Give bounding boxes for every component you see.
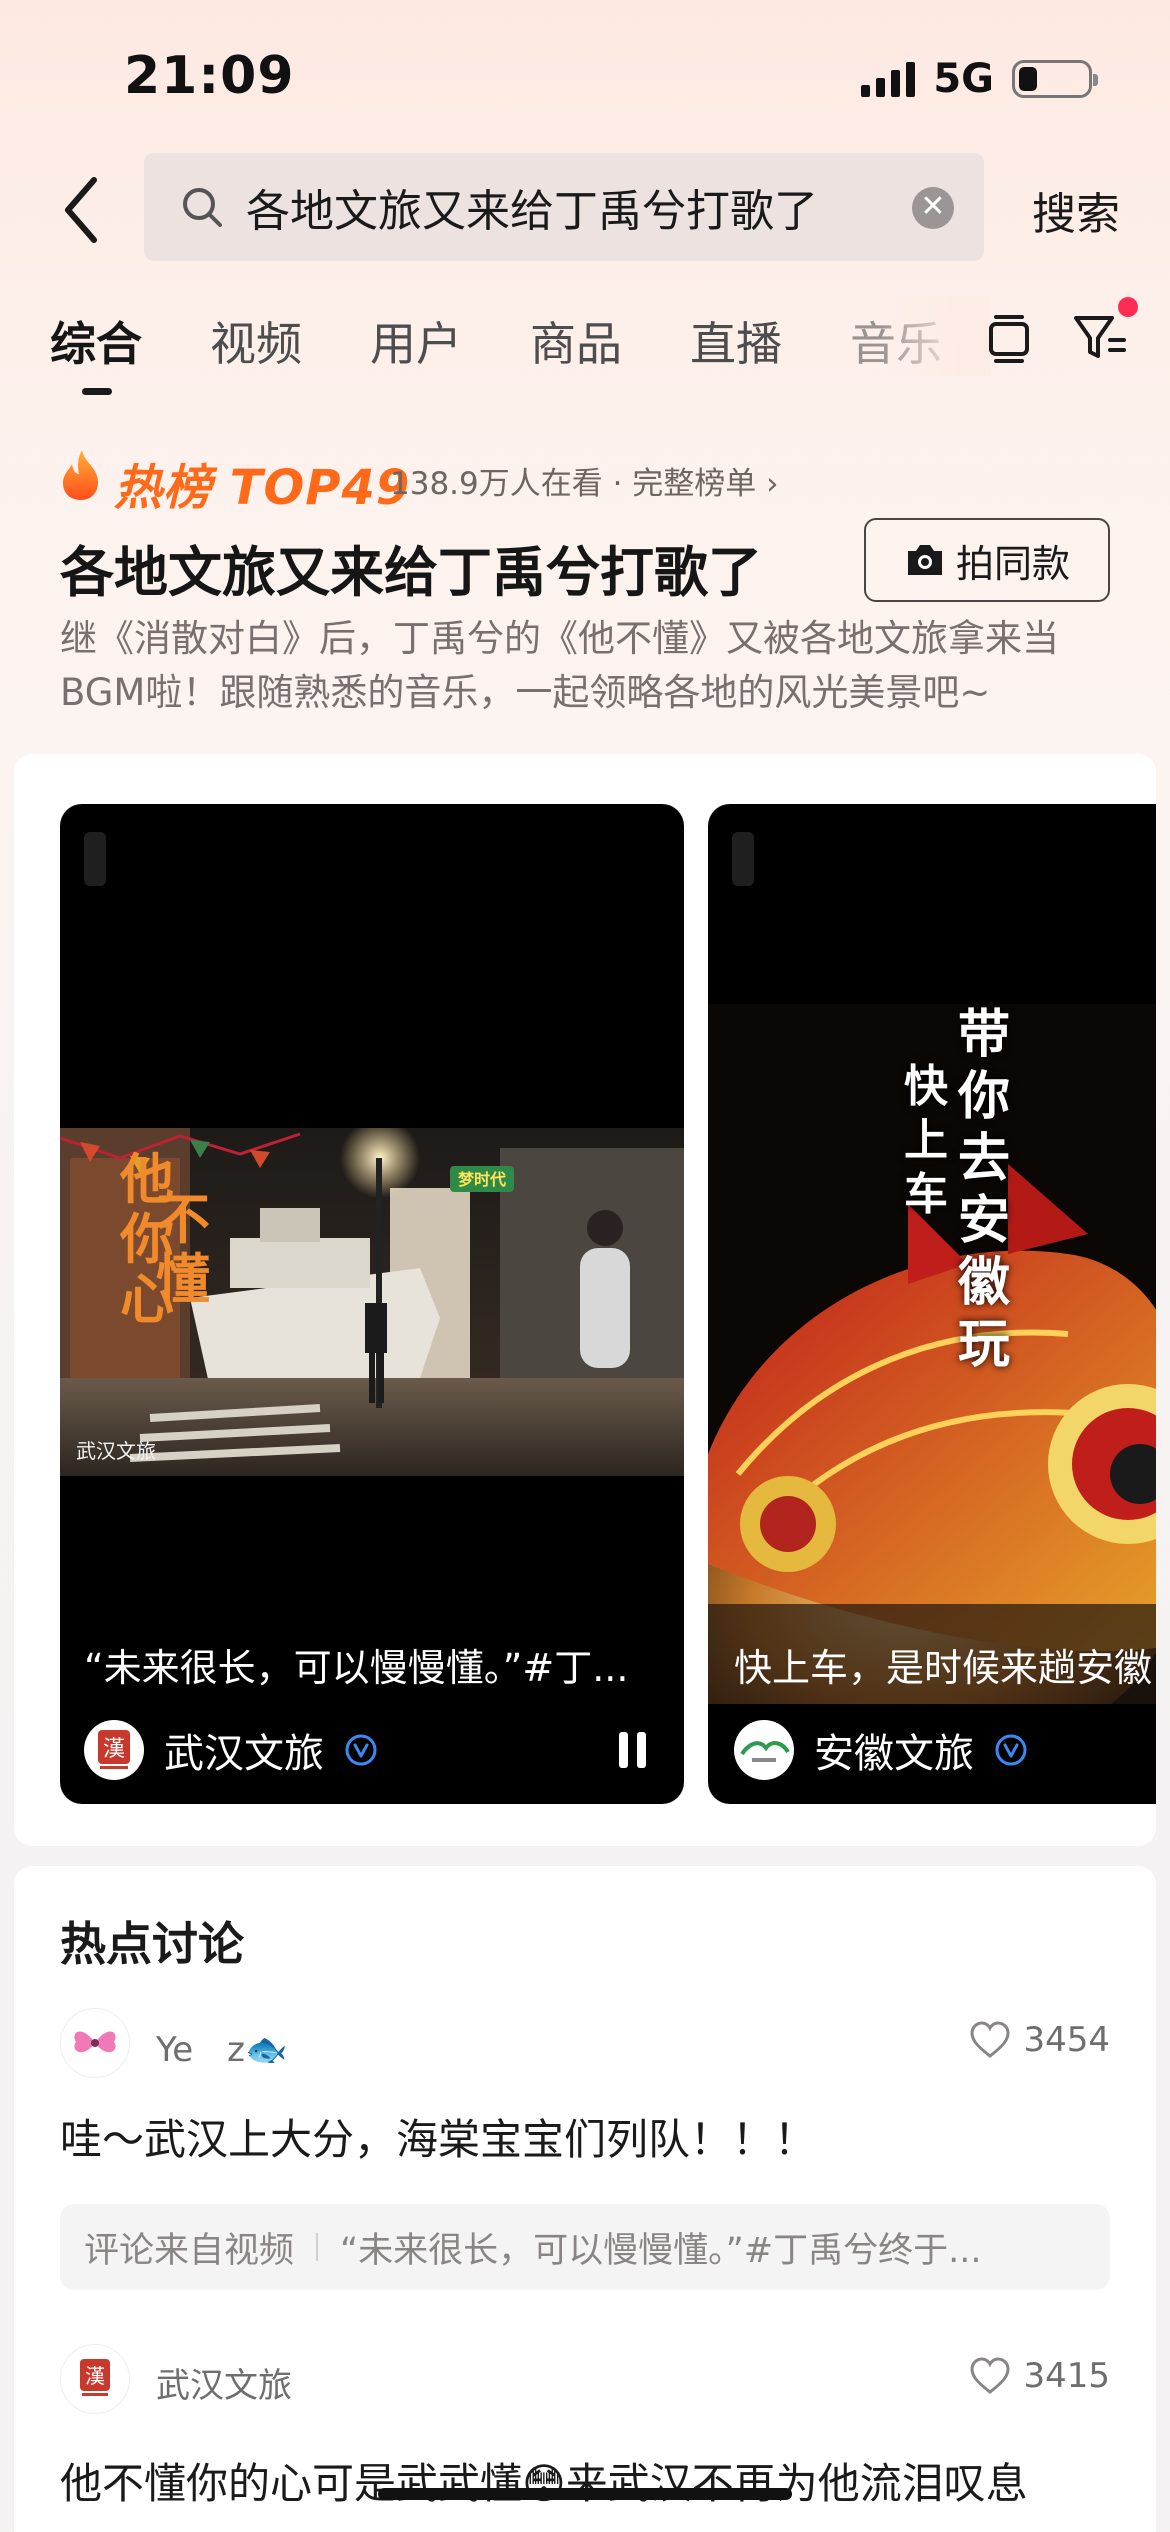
clear-icon[interactable]: ✕ xyxy=(912,187,954,229)
search-icon xyxy=(183,188,222,227)
card-corner-mark xyxy=(732,832,754,886)
tab-all[interactable]: 综合 xyxy=(50,308,142,374)
video-caption: “未来很长，可以慢慢懂。”#丁... xyxy=(84,1646,629,1690)
comment-avatar[interactable] xyxy=(60,2008,130,2078)
fire-icon xyxy=(58,448,104,502)
filter-icon[interactable] xyxy=(1070,310,1130,366)
status-indicators: 5G xyxy=(861,56,1098,102)
layout-toggle-icon[interactable] xyxy=(986,312,1032,364)
video-watermark: 武汉文旅 xyxy=(76,1439,156,1463)
video-thumbnail: 梦时代 他 你 心 不 懂 武汉文旅 xyxy=(60,1128,684,1476)
video-overlay-text-e: 懂 xyxy=(156,1247,210,1311)
tab-fade xyxy=(880,296,990,376)
hot-rank-badge: 热榜 TOP49 xyxy=(114,460,411,516)
comment-source-label: 评论来自视频 xyxy=(84,2230,295,2271)
comment-text: 他不懂你的心可是武武懂😳来武汉不再为他流泪叹息 xyxy=(60,2459,1028,2508)
filter-badge-dot xyxy=(1118,297,1138,317)
shoot-same-button[interactable]: 拍同款 xyxy=(864,518,1110,602)
card-corner-mark xyxy=(84,832,106,886)
network-label: 5G xyxy=(933,56,994,102)
comment-avatar[interactable]: 漢 xyxy=(60,2344,130,2414)
section-title: 热点讨论 xyxy=(60,1917,244,1971)
home-indicator[interactable] xyxy=(378,2488,792,2500)
heart-icon xyxy=(970,2357,1010,2394)
like-count: 3454 xyxy=(1023,2020,1110,2060)
battery-icon xyxy=(1012,60,1098,98)
like-count: 3415 xyxy=(1023,2356,1110,2396)
author-name[interactable]: 武汉文旅 xyxy=(164,1721,324,1779)
video-overlay-text-d: 不 xyxy=(156,1187,210,1251)
pause-icon[interactable] xyxy=(619,1732,646,1768)
status-time: 21:09 xyxy=(124,46,295,106)
shoot-same-label: 拍同款 xyxy=(955,541,1070,586)
video-caption: 快上车，是时候来趟安徽 xyxy=(734,1646,1153,1690)
verified-icon xyxy=(995,1734,1027,1766)
comment-like[interactable]: 3415 xyxy=(969,2356,1110,2396)
video-author[interactable]: 安徽文旅 xyxy=(734,1720,1028,1780)
video-overlay-side: 快上车 xyxy=(904,1061,948,1220)
svg-text:漢: 漢 xyxy=(85,2364,105,2388)
comment-source-text: “未来很长，可以慢慢懂。”#丁禹兮终于... xyxy=(340,2230,982,2271)
camera-icon xyxy=(907,545,942,575)
comment-username[interactable]: 武汉文旅 xyxy=(156,2358,292,2407)
search-tabs: 综合 视频 用户 商品 直播 音乐 xyxy=(50,308,1010,374)
hot-discussion-section: 热点讨论 Ye z🐟 3454 哇～武汉上大分，海棠宝宝们列队！！！ 评论来自视… xyxy=(14,1866,1156,2532)
comment-text: 哇～武汉上大分，海棠宝宝们列队！！！ xyxy=(60,2115,817,2164)
author-avatar[interactable]: 漢 xyxy=(84,1720,144,1780)
tab-live[interactable]: 直播 xyxy=(690,308,782,374)
comment-username[interactable]: Ye z🐟 xyxy=(156,2022,287,2071)
tab-users[interactable]: 用户 xyxy=(370,308,462,374)
signal-icon xyxy=(861,61,916,97)
hot-rank-meta[interactable]: 138.9万人在看 · 完整榜单 › xyxy=(390,458,779,503)
author-avatar[interactable] xyxy=(734,1720,794,1780)
tab-video[interactable]: 视频 xyxy=(210,308,302,374)
video-card[interactable]: 带你去安徽玩 快上车 快上车，是时候来趟安徽 安徽文旅 xyxy=(708,804,1156,1804)
video-author[interactable]: 漢 武汉文旅 xyxy=(84,1720,378,1780)
author-name[interactable]: 安徽文旅 xyxy=(814,1721,974,1779)
back-icon[interactable] xyxy=(54,170,114,250)
search-button[interactable]: 搜索 xyxy=(1032,178,1120,242)
search-input[interactable]: 各地文旅又来给丁禹兮打歌了 ✕ xyxy=(144,153,984,261)
search-query: 各地文旅又来给丁禹兮打歌了 xyxy=(246,186,818,237)
hot-topic-description: 继《消散对白》后，丁禹兮的《他不懂》又被各地文旅拿来当BGM啦！跟随熟悉的音乐，… xyxy=(60,617,1059,714)
video-card[interactable]: 梦时代 他 你 心 不 懂 武汉文旅 “未来很长，可以慢慢懂。”#丁... 漢 … xyxy=(60,804,684,1804)
svg-text:漢: 漢 xyxy=(103,1737,125,1762)
heart-icon xyxy=(970,2021,1010,2058)
active-tab-indicator xyxy=(82,388,112,395)
video-carousel: 梦时代 他 你 心 不 懂 武汉文旅 “未来很长，可以慢慢懂。”#丁... 漢 … xyxy=(14,754,1156,1846)
video-overlay-main: 带你去安徽玩 xyxy=(958,1005,1011,1375)
hot-topic-title: 各地文旅又来给丁禹兮打歌了 xyxy=(60,541,762,604)
comment-like[interactable]: 3454 xyxy=(969,2020,1110,2060)
scene-sign: 梦时代 xyxy=(458,1170,506,1189)
verified-icon xyxy=(345,1734,377,1766)
comment-source[interactable]: 评论来自视频 “未来很长，可以慢慢懂。”#丁禹兮终于... xyxy=(60,2204,1110,2290)
tab-products[interactable]: 商品 xyxy=(530,308,622,374)
